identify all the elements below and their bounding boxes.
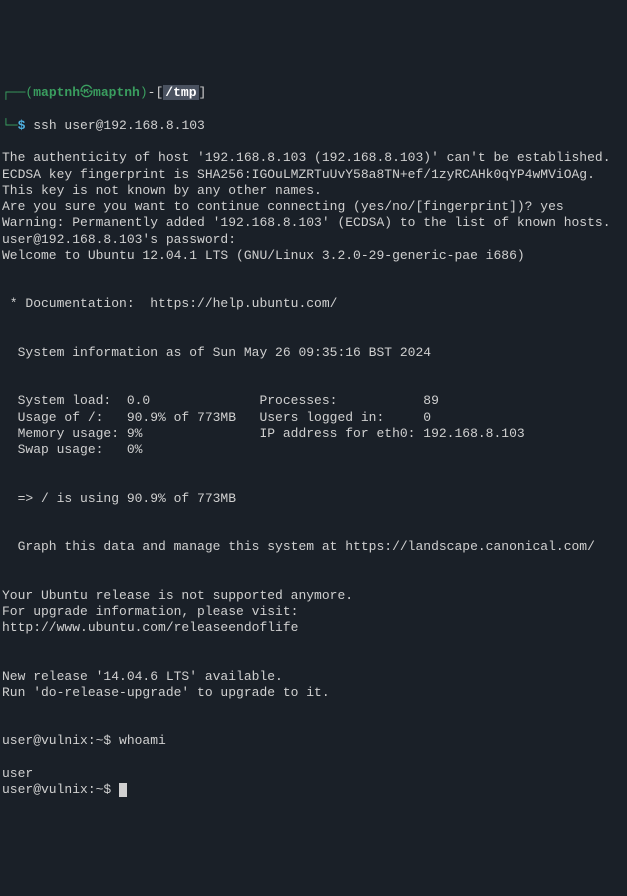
output-line: System load: 0.0 Processes: 89 [2, 393, 439, 408]
output-line: http://www.ubuntu.com/releaseendoflife [2, 620, 298, 635]
output-line: Usage of /: 90.9% of 773MB Users logged … [2, 410, 431, 425]
blank-line [2, 636, 625, 652]
blank-line [2, 507, 625, 523]
output-line: System information as of Sun May 26 09:3… [2, 345, 431, 360]
prompt-at: ㉿ [80, 85, 93, 100]
cursor-icon [119, 783, 127, 797]
blank-line [2, 361, 625, 377]
prompt-rb: ] [199, 85, 207, 100]
output-line: Memory usage: 9% IP address for eth0: 19… [2, 426, 525, 441]
prompt-path: /tmp [163, 85, 198, 100]
output-line: New release '14.04.6 LTS' available. [2, 669, 283, 684]
terminal[interactable]: ┌──(maptnh㉿maptnh)-[/tmp] └─$ ssh user@1… [2, 69, 625, 815]
whoami-result: user [2, 766, 33, 781]
prompt-line-2: └─$ ssh user@192.168.8.103 [2, 118, 625, 134]
ssh-command: ssh user@192.168.8.103 [25, 118, 204, 133]
remote-prompt-text: user@vulnix:~$ [2, 733, 119, 748]
prompt-host: maptnh [93, 85, 140, 100]
output-line: Graph this data and manage this system a… [2, 539, 595, 554]
prompt-l2prefix: └─ [2, 118, 18, 133]
prompt-line-1: ┌──(maptnh㉿maptnh)-[/tmp] [2, 85, 625, 101]
output-line: Run 'do-release-upgrade' to upgrade to i… [2, 685, 330, 700]
remote-prompt-2[interactable]: user@vulnix:~$ [2, 782, 625, 798]
blank-line [2, 555, 625, 571]
prompt-close: ) [140, 85, 148, 100]
blank-line [2, 458, 625, 474]
output-line: For upgrade information, please visit: [2, 604, 298, 619]
output-line: => / is using 90.9% of 773MB [2, 491, 236, 506]
prompt-user: maptnh [33, 85, 80, 100]
blank-line [2, 264, 625, 280]
output-line: The authenticity of host '192.168.8.103 … [2, 150, 611, 165]
output-line: user@192.168.8.103's password: [2, 232, 236, 247]
output-line: * Documentation: https://help.ubuntu.com… [2, 296, 337, 311]
output-line: This key is not known by any other names… [2, 183, 322, 198]
whoami-command: whoami [119, 733, 166, 748]
prompt-open: ┌──( [2, 85, 33, 100]
output-line: Swap usage: 0% [2, 442, 142, 457]
output-line: Your Ubuntu release is not supported any… [2, 588, 353, 603]
remote-prompt-text: user@vulnix:~$ [2, 782, 119, 797]
remote-prompt-1: user@vulnix:~$ whoami [2, 733, 625, 749]
blank-line [2, 701, 625, 717]
output-line: Welcome to Ubuntu 12.04.1 LTS (GNU/Linux… [2, 248, 525, 263]
output-line: Warning: Permanently added '192.168.8.10… [2, 215, 611, 230]
output-line: Are you sure you want to continue connec… [2, 199, 564, 214]
output-line: ECDSA key fingerprint is SHA256:IGOuLMZR… [2, 167, 595, 182]
blank-line [2, 313, 625, 329]
